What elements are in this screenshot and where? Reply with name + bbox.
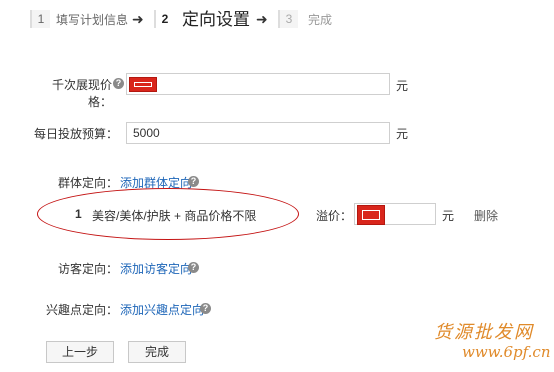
add-visitor-targeting-link[interactable]: 添加访客定向 bbox=[120, 260, 192, 277]
help-icon[interactable]: ? bbox=[188, 262, 199, 273]
visitor-targeting-label: 访客定向： bbox=[57, 262, 118, 276]
step-3-number: 3 bbox=[278, 10, 298, 28]
step-2-label: 定向设置 bbox=[182, 10, 250, 29]
crowd-item-description: 美容/美体/护肤 + 商品价格不限 bbox=[92, 209, 257, 223]
label-colon: ： bbox=[99, 95, 112, 109]
redaction-mark bbox=[129, 77, 157, 92]
step-3-label: 完成 bbox=[308, 13, 333, 27]
redaction-mark bbox=[357, 205, 385, 225]
crowd-targeting-label: 群体定向： bbox=[57, 176, 118, 190]
cpm-price-input[interactable] bbox=[126, 73, 390, 95]
step-2-number: 2 bbox=[154, 10, 174, 28]
help-icon[interactable]: ? bbox=[113, 78, 124, 89]
daily-budget-label-text: 每日投放预算 bbox=[33, 127, 106, 141]
add-interest-targeting-link[interactable]: 添加兴趣点定向 bbox=[120, 301, 204, 318]
daily-budget-label: 每日投放预算： bbox=[30, 125, 118, 142]
daily-budget-unit: 元 bbox=[396, 127, 409, 141]
help-icon[interactable]: ? bbox=[188, 176, 199, 187]
help-icon[interactable]: ? bbox=[200, 303, 211, 314]
cpm-price-label: 千次展现价格： bbox=[30, 76, 112, 110]
premium-label: 溢价： bbox=[316, 209, 353, 223]
interest-targeting-label: 兴趣点定向： bbox=[45, 303, 118, 317]
daily-budget-input[interactable]: 5000 bbox=[126, 122, 390, 144]
step-1-label: 填写计划信息 bbox=[56, 13, 129, 27]
crowd-item-index: 1 bbox=[75, 207, 82, 221]
finish-button[interactable]: 完成 bbox=[128, 341, 186, 363]
delete-link[interactable]: 删除 bbox=[474, 207, 498, 224]
watermark-title: 货源批发网 bbox=[434, 322, 534, 343]
arrow-right-icon: ➜ bbox=[256, 11, 268, 27]
cpm-price-unit: 元 bbox=[396, 79, 409, 93]
prev-step-button[interactable]: 上一步 bbox=[46, 341, 114, 363]
premium-unit: 元 bbox=[442, 209, 455, 223]
watermark-url: www.6pf.cn bbox=[462, 343, 551, 361]
arrow-right-icon: ➜ bbox=[132, 11, 144, 27]
step-1-number: 1 bbox=[30, 10, 50, 28]
label-colon: ： bbox=[105, 127, 118, 141]
